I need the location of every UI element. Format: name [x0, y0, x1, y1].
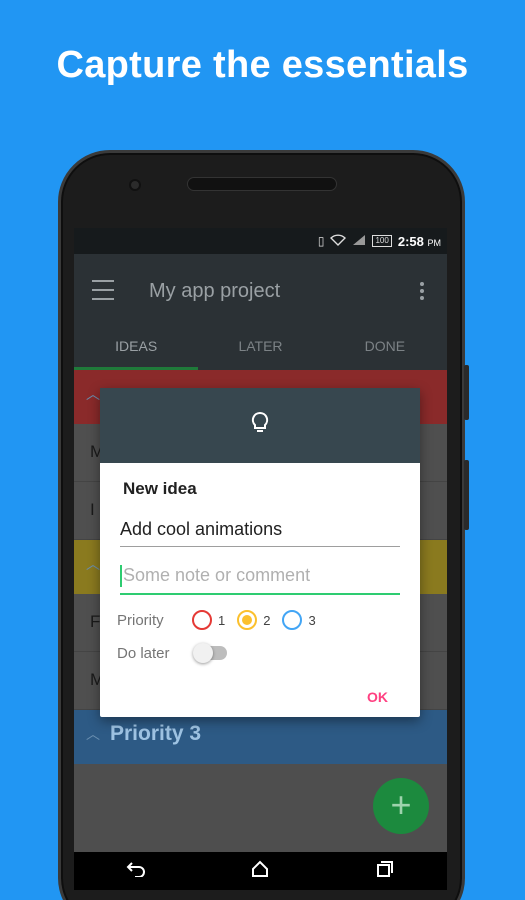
front-camera [129, 179, 141, 191]
battery-icon: 100 [372, 235, 392, 247]
wifi-icon [330, 233, 347, 249]
priority-radio-group: 1 2 3 [192, 610, 322, 630]
menu-icon[interactable] [92, 280, 114, 300]
speaker-grille [187, 177, 337, 191]
vibrate-icon: ▯ [317, 234, 325, 248]
priority-1-label: 1 [218, 612, 226, 628]
app-bar: My app project IDEAS LATER DONE [74, 254, 447, 370]
chevron-up-icon: ︿ [86, 726, 100, 742]
priority-label: Priority [117, 612, 164, 629]
priority-1-radio[interactable] [192, 610, 212, 630]
tab-done[interactable]: DONE [323, 334, 447, 370]
chevron-up-icon: ︿ [86, 386, 100, 402]
chevron-up-icon: ︿ [86, 556, 100, 572]
tab-later[interactable]: LATER [198, 334, 322, 370]
more-options-icon[interactable] [419, 282, 425, 300]
plus-icon: + [390, 784, 412, 825]
priority-3-label: Priority 3 [110, 722, 202, 745]
status-bar: ▯ 100 2:58 PM [74, 228, 447, 254]
do-later-label: Do later [117, 645, 170, 662]
volume-button [464, 460, 469, 530]
priority-2-radio[interactable] [237, 610, 258, 630]
back-icon[interactable] [116, 861, 156, 882]
ok-button[interactable]: OK [367, 689, 388, 705]
idea-title-input[interactable]: Add cool animations [120, 519, 400, 547]
new-idea-dialog: New idea Add cool animations Some note o… [100, 388, 420, 717]
dialog-title: New idea [123, 479, 197, 498]
lightbulb-icon [250, 411, 270, 440]
tab-ideas[interactable]: IDEAS [74, 334, 199, 370]
priority-3-header[interactable]: ︿ Priority 3 [74, 710, 447, 764]
home-icon[interactable] [240, 860, 280, 883]
tab-bar: IDEAS LATER DONE [74, 334, 447, 370]
note-input[interactable]: Some note or comment [120, 565, 400, 596]
app-title: My app project [149, 280, 281, 302]
add-button[interactable]: + [373, 778, 429, 834]
priority-3-radio[interactable] [282, 610, 303, 630]
headline: Capture the essentials [56, 44, 469, 86]
power-button [464, 365, 469, 420]
clock: 2:58 PM [397, 233, 441, 249]
navigation-bar [74, 852, 447, 890]
recents-icon[interactable] [365, 860, 405, 883]
signal-icon [352, 234, 366, 249]
priority-3-label: 3 [308, 612, 316, 628]
priority-2-label: 2 [263, 612, 271, 628]
dialog-header [100, 388, 420, 463]
do-later-toggle[interactable] [193, 643, 227, 663]
